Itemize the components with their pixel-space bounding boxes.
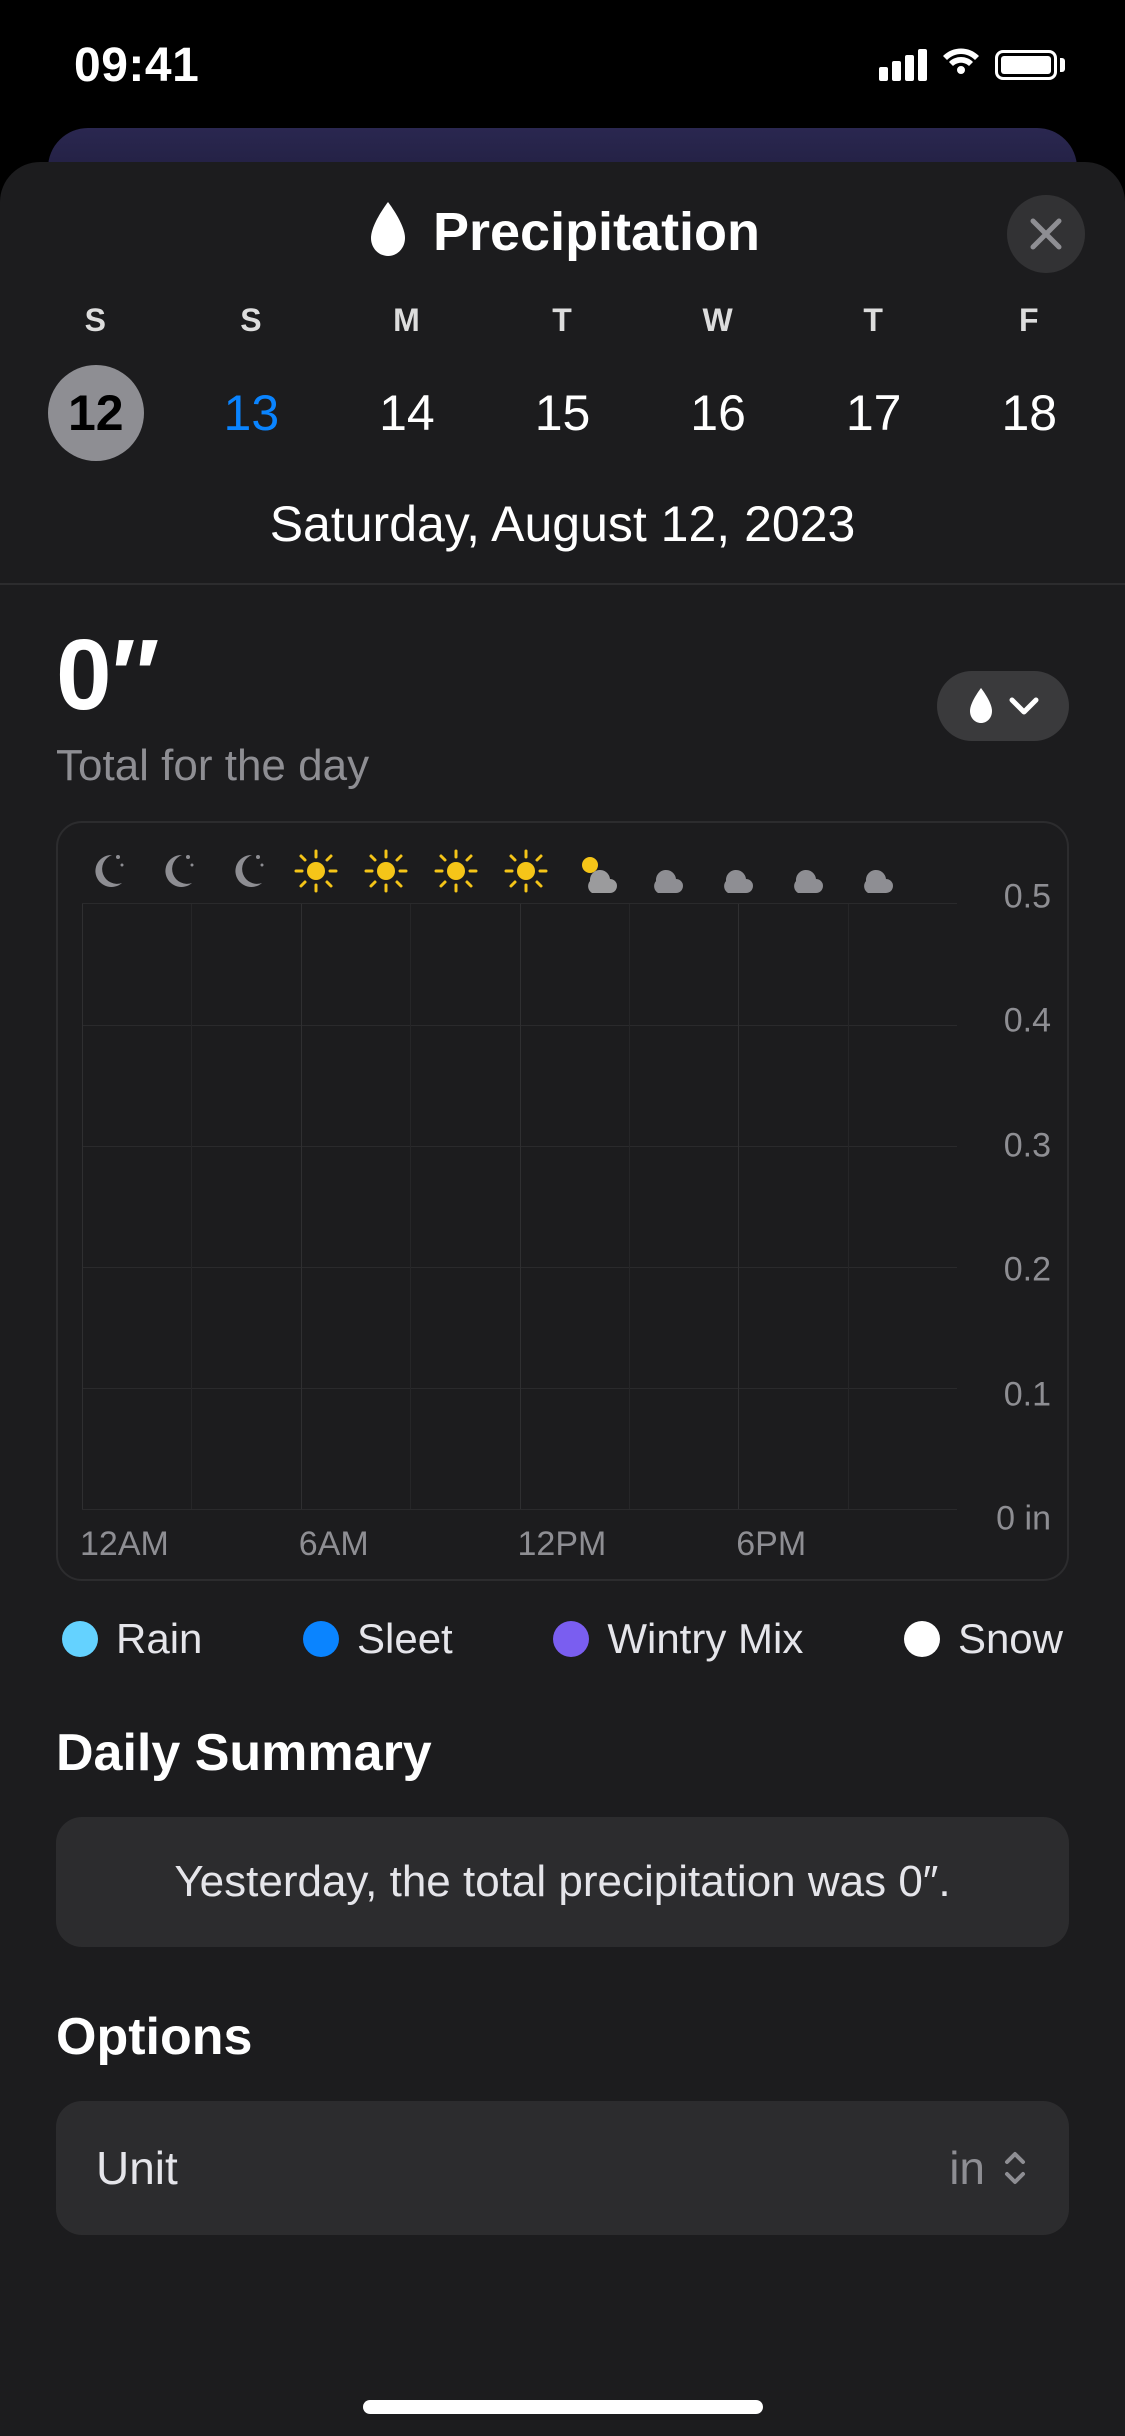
legend-label: Snow (958, 1615, 1063, 1663)
x-axis-labels: 12AM 6AM 12PM 6PM (82, 1525, 957, 1565)
partly-cloudy-icon (572, 847, 620, 895)
day-dow: T (485, 302, 641, 339)
chevron-down-icon (1009, 696, 1039, 716)
status-bar: 09:41 (0, 0, 1125, 130)
chart-grid (82, 903, 957, 1509)
day-num: 14 (359, 365, 455, 461)
day-num: 15 (515, 365, 611, 461)
sheet-title: Precipitation (433, 201, 760, 263)
sunny-icon (502, 847, 550, 895)
total-value: 0″ (56, 625, 369, 725)
day-col-6[interactable]: F 18 (951, 302, 1107, 461)
clear-night-icon (152, 847, 200, 895)
precip-type-selector[interactable] (937, 671, 1069, 741)
x-tick: 6PM (736, 1525, 806, 1564)
day-strip: S 12 S 13 M 14 T 15 W 16 T 17 (0, 302, 1125, 461)
home-indicator[interactable] (363, 2400, 763, 2414)
sheet-header: Precipitation (0, 162, 1125, 302)
cloudy-icon (642, 847, 690, 895)
y-tick: 0.2 (1004, 1251, 1051, 1290)
day-col-4[interactable]: W 16 (640, 302, 796, 461)
legend-label: Sleet (357, 1615, 453, 1663)
daily-summary-title: Daily Summary (0, 1663, 1125, 1807)
y-tick: 0 in (996, 1500, 1051, 1539)
x-tick: 12PM (518, 1525, 607, 1564)
swatch (553, 1621, 589, 1657)
options-title: Options (0, 1947, 1125, 2091)
x-tick: 12AM (80, 1525, 169, 1564)
wifi-icon (941, 48, 981, 83)
day-col-3[interactable]: T 15 (485, 302, 641, 461)
unit-value: in (949, 2141, 985, 2195)
day-col-1[interactable]: S 13 (174, 302, 330, 461)
day-dow: T (796, 302, 952, 339)
swatch (303, 1621, 339, 1657)
day-num: 18 (981, 365, 1077, 461)
sunny-icon (292, 847, 340, 895)
total-label: Total for the day (56, 741, 369, 791)
condition-icon-row (58, 847, 1067, 895)
cloudy-icon (782, 847, 830, 895)
day-col-5[interactable]: T 17 (796, 302, 952, 461)
day-dow: S (174, 302, 330, 339)
swatch (904, 1621, 940, 1657)
cellular-signal-icon (879, 49, 927, 81)
legend-item-sleet: Sleet (303, 1615, 453, 1663)
close-icon (1029, 217, 1063, 251)
y-tick: 0.3 (1004, 1126, 1051, 1165)
day-dow: F (951, 302, 1107, 339)
day-col-2[interactable]: M 14 (329, 302, 485, 461)
day-dow: W (640, 302, 796, 339)
y-axis-labels: 0.5 0.4 0.3 0.2 0.1 0 in (967, 897, 1051, 1519)
total-row: 0″ Total for the day (0, 585, 1125, 801)
y-tick: 0.4 (1004, 1002, 1051, 1041)
clear-night-icon (222, 847, 270, 895)
daily-summary-text: Yesterday, the total precipitation was 0… (56, 1817, 1069, 1947)
precip-chart[interactable]: 0.5 0.4 0.3 0.2 0.1 0 in 12AM 6AM 12PM 6… (56, 821, 1069, 1581)
cloudy-icon (852, 847, 900, 895)
options-unit-row[interactable]: Unit in (56, 2101, 1069, 2235)
status-time: 09:41 (74, 38, 199, 93)
swatch (62, 1621, 98, 1657)
close-button[interactable] (1007, 195, 1085, 273)
x-tick: 6AM (299, 1525, 369, 1564)
selected-full-date: Saturday, August 12, 2023 (0, 495, 1125, 553)
legend-item-snow: Snow (904, 1615, 1063, 1663)
day-num: 16 (670, 365, 766, 461)
legend: Rain Sleet Wintry Mix Snow (0, 1581, 1125, 1663)
y-tick: 0.1 (1004, 1375, 1051, 1414)
day-dow: M (329, 302, 485, 339)
legend-label: Rain (116, 1615, 202, 1663)
day-num: 12 (48, 365, 144, 461)
day-dow: S (18, 302, 174, 339)
day-col-0[interactable]: S 12 (18, 302, 174, 461)
day-num: 13 (203, 365, 299, 461)
sunny-icon (362, 847, 410, 895)
cloudy-icon (712, 847, 760, 895)
drop-icon (967, 687, 995, 725)
unit-label: Unit (96, 2141, 178, 2195)
clear-night-icon (82, 847, 130, 895)
legend-item-wintry-mix: Wintry Mix (553, 1615, 803, 1663)
detail-sheet: Precipitation S 12 S 13 M 14 T 15 (0, 162, 1125, 2436)
y-tick: 0.5 (1004, 878, 1051, 917)
legend-item-rain: Rain (62, 1615, 202, 1663)
sunny-icon (432, 847, 480, 895)
battery-icon (995, 50, 1065, 80)
up-down-chevron-icon (1001, 2148, 1029, 2188)
status-indicators (879, 48, 1065, 83)
legend-label: Wintry Mix (607, 1615, 803, 1663)
precipitation-icon (365, 200, 411, 265)
day-num: 17 (826, 365, 922, 461)
